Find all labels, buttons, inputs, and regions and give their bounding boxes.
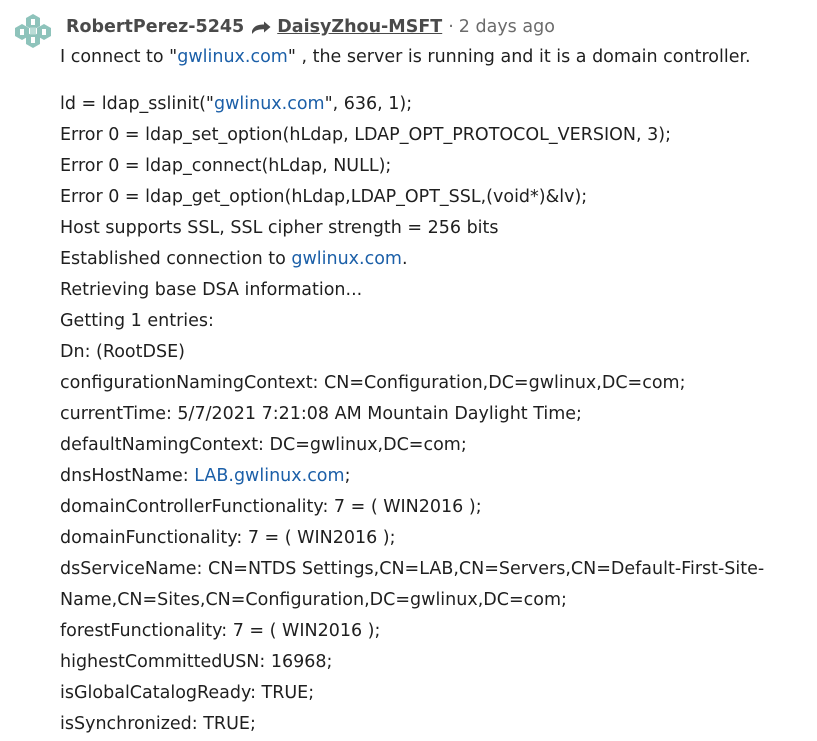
recipient-name-link[interactable]: DaisyZhou-MSFT	[277, 14, 442, 40]
comment: RobertPerez-5245 DaisyZhou-MSFT · 2 days…	[0, 0, 817, 741]
output-line-3: Error 0 = ldap_connect(hLdap, NULL);	[60, 156, 392, 176]
line13-before: dnsHostName:	[60, 466, 195, 486]
output-line-16b: Name,CN=Sites,CN=Configuration,DC=gwlinu…	[60, 590, 567, 610]
output-line-1: ld = ldap_sslinit("gwlinux.com", 636, 1)…	[60, 89, 810, 120]
intro-line: I connect to "gwlinux.com" , the server …	[60, 42, 810, 73]
line6-after: .	[401, 249, 408, 269]
patterned-avatar-icon	[15, 14, 51, 48]
line6-before: Established connection to	[60, 249, 292, 269]
output-line-11: currentTime: 5/7/2021 7:21:08 AM Mountai…	[60, 404, 582, 424]
intro-domain-link[interactable]: gwlinux.com	[177, 47, 288, 67]
comment-body: I connect to "gwlinux.com" , the server …	[60, 42, 810, 740]
output-line-6: Established connection to gwlinux.com.	[60, 244, 810, 275]
output-line-18: highestCommittedUSN: 16968;	[60, 652, 333, 672]
output-line-13: dnsHostName: LAB.gwlinux.com;	[60, 461, 810, 492]
output-line-4: Error 0 = ldap_get_option(hLdap,LDAP_OPT…	[60, 187, 588, 207]
line6-domain-link[interactable]: gwlinux.com	[291, 249, 402, 269]
output-line-20: isSynchronized: TRUE;	[60, 714, 256, 734]
host-name-link[interactable]: LAB.gwlinux.com	[194, 466, 344, 486]
intro-after: " , the server is running and it is a do…	[287, 47, 751, 67]
line1-domain-link[interactable]: gwlinux.com	[214, 94, 325, 114]
output-line-17: forestFunctionality: 7 = ( WIN2016 );	[60, 621, 381, 641]
output-line-9: Dn: (RootDSE)	[60, 342, 185, 362]
output-line-8: Getting 1 entries:	[60, 311, 214, 331]
output-line-10: configurationNamingContext: CN=Configura…	[60, 373, 686, 393]
output-line-16a: dsServiceName: CN=NTDS Settings,CN=LAB,C…	[60, 559, 765, 579]
output-line-5: Host supports SSL, SSL cipher strength =…	[60, 218, 499, 238]
line13-after: ;	[344, 466, 351, 486]
meta-separator: ·	[448, 17, 454, 37]
avatar[interactable]	[13, 13, 53, 49]
author-name-link[interactable]: RobertPerez-5245	[66, 14, 244, 40]
output-line-2: Error 0 = ldap_set_option(hLdap, LDAP_OP…	[60, 125, 671, 145]
line1-after: ", 636, 1);	[324, 94, 413, 114]
output-line-14: domainControllerFunctionality: 7 = ( WIN…	[60, 497, 482, 517]
comment-header: RobertPerez-5245 DaisyZhou-MSFT · 2 days…	[66, 14, 555, 40]
intro-before: I connect to "	[60, 47, 178, 67]
reply-arrow-icon	[250, 19, 272, 35]
output-line-7: Retrieving base DSA information...	[60, 280, 363, 300]
line1-before: ld = ldap_sslinit("	[60, 94, 214, 114]
output-line-12: defaultNamingContext: DC=gwlinux,DC=com;	[60, 435, 467, 455]
comment-timestamp: 2 days ago	[458, 17, 555, 37]
output-line-19: isGlobalCatalogReady: TRUE;	[60, 683, 315, 703]
output-line-15: domainFunctionality: 7 = ( WIN2016 );	[60, 528, 396, 548]
